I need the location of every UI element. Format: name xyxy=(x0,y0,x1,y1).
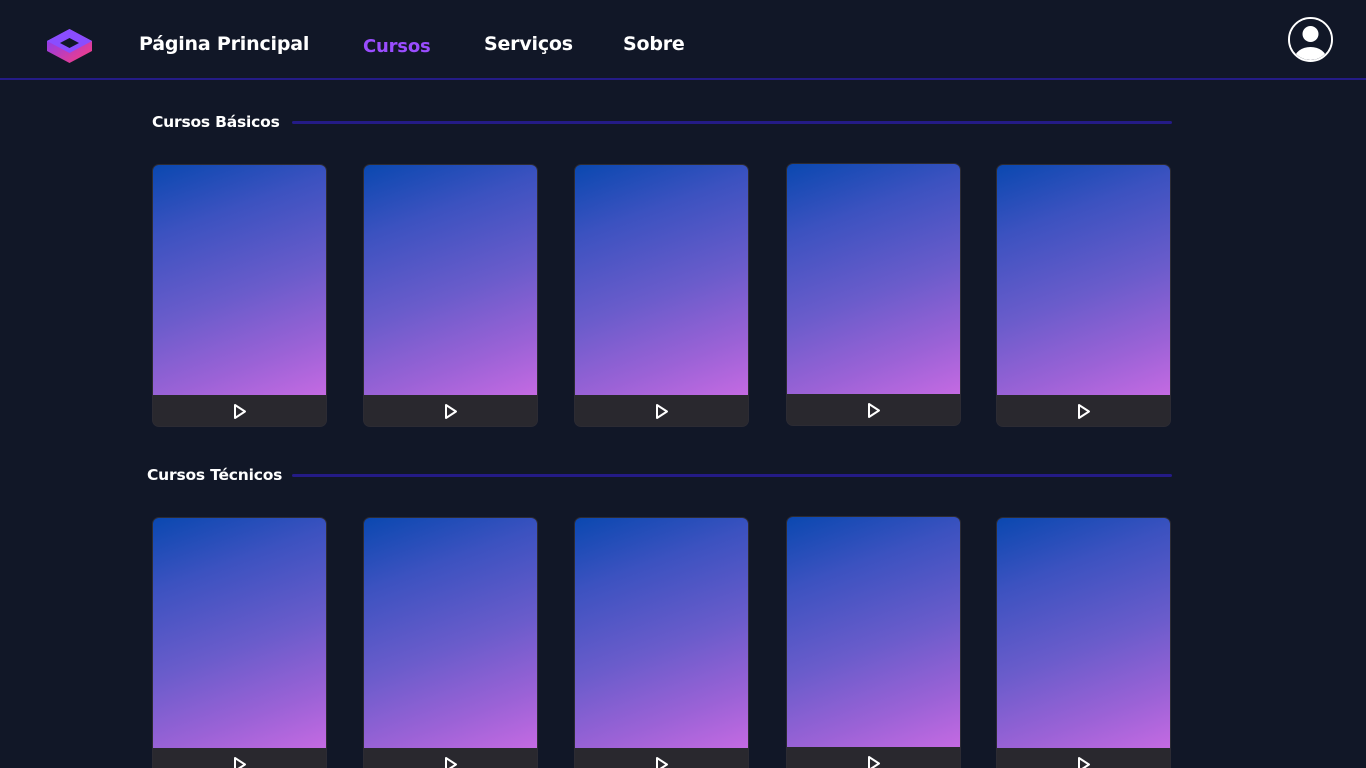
card-footer xyxy=(364,748,537,768)
nav-link-cursos[interactable]: Cursos xyxy=(363,36,431,57)
play-icon[interactable] xyxy=(232,756,248,768)
section-divider xyxy=(292,474,1172,477)
user-avatar-button[interactable] xyxy=(1288,17,1333,62)
course-thumbnail xyxy=(153,518,326,748)
course-card[interactable] xyxy=(996,164,1171,427)
course-card[interactable] xyxy=(363,517,538,768)
hexagon-logo-icon[interactable] xyxy=(46,28,93,64)
course-thumbnail xyxy=(153,165,326,395)
play-icon[interactable] xyxy=(443,756,459,768)
course-card[interactable] xyxy=(786,163,961,426)
course-card[interactable] xyxy=(996,517,1171,768)
play-icon[interactable] xyxy=(1076,756,1092,768)
course-card[interactable] xyxy=(574,164,749,427)
course-thumbnail xyxy=(575,518,748,748)
course-thumbnail xyxy=(364,518,537,748)
course-card[interactable] xyxy=(363,164,538,427)
course-thumbnail xyxy=(997,518,1170,748)
nav-link-sobre[interactable]: Sobre xyxy=(623,33,685,55)
play-icon[interactable] xyxy=(866,755,882,768)
card-footer xyxy=(153,395,326,426)
play-icon[interactable] xyxy=(232,403,248,420)
card-footer xyxy=(997,395,1170,426)
card-footer xyxy=(153,748,326,768)
course-thumbnail xyxy=(787,164,960,394)
play-icon[interactable] xyxy=(654,756,670,768)
course-card[interactable] xyxy=(574,517,749,768)
play-icon[interactable] xyxy=(654,403,670,420)
course-card[interactable] xyxy=(152,517,327,768)
card-footer xyxy=(997,748,1170,768)
course-thumbnail xyxy=(364,165,537,395)
play-icon[interactable] xyxy=(866,402,882,419)
section-title-cursos-tecnicos: Cursos Técnicos xyxy=(147,466,283,484)
course-card[interactable] xyxy=(152,164,327,427)
play-icon[interactable] xyxy=(1076,403,1092,420)
section-title-cursos-basicos: Cursos Básicos xyxy=(152,113,280,131)
top-navigation-bar: Página Principal Cursos Serviços Sobre xyxy=(0,0,1366,80)
card-footer xyxy=(364,395,537,426)
play-icon[interactable] xyxy=(443,403,459,420)
course-thumbnail xyxy=(575,165,748,395)
course-thumbnail xyxy=(787,517,960,747)
course-card[interactable] xyxy=(786,516,961,768)
card-footer xyxy=(575,395,748,426)
card-footer xyxy=(787,747,960,768)
section-divider xyxy=(292,121,1172,124)
nav-link-servicos[interactable]: Serviços xyxy=(484,33,573,55)
nav-link-pagina-principal[interactable]: Página Principal xyxy=(139,33,309,55)
user-avatar-icon xyxy=(1290,19,1331,60)
card-footer xyxy=(787,394,960,425)
card-footer xyxy=(575,748,748,768)
course-thumbnail xyxy=(997,165,1170,395)
